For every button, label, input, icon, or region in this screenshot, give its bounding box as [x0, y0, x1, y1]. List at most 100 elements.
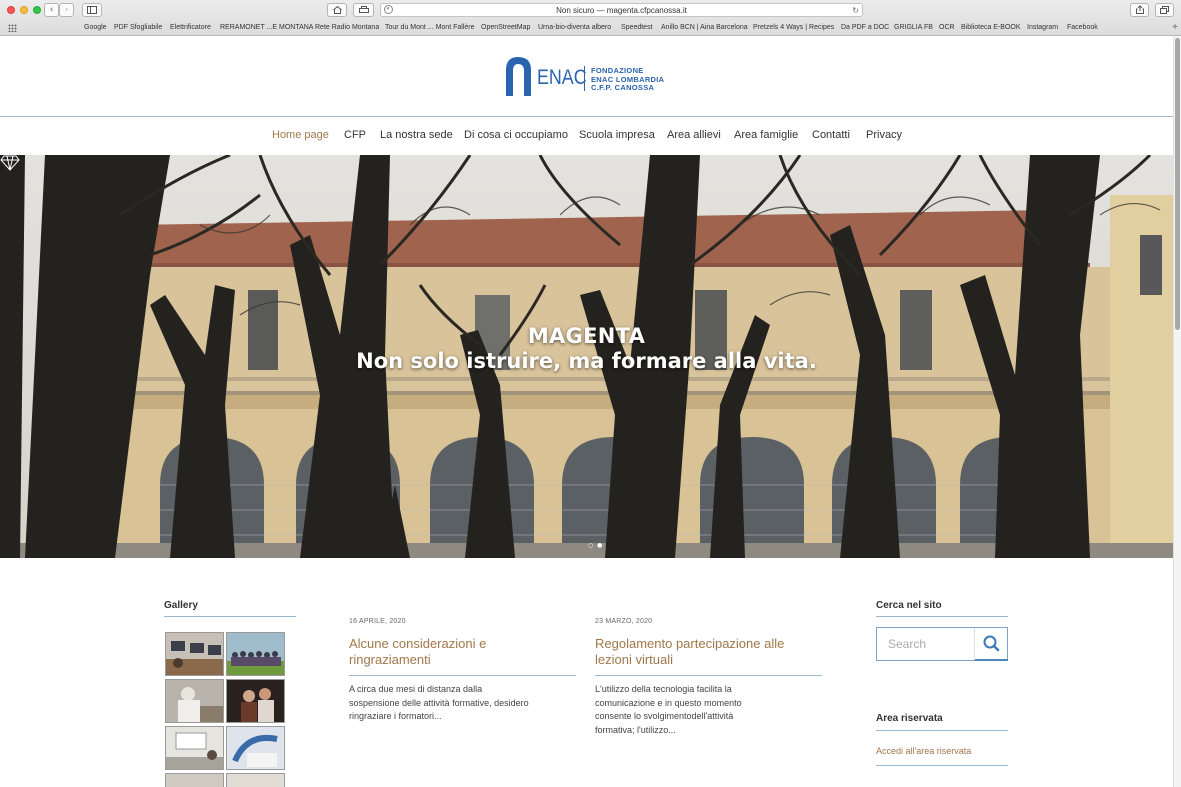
bookmark-item[interactable]: Urna-bio-diventa albero	[538, 24, 611, 31]
post-excerpt-line: L'utilizzo della tecnologia facilita la	[595, 684, 732, 694]
nav-item-attivita[interactable]: Di cosa ci occupiamo	[464, 129, 568, 141]
bookmark-item[interactable]: OpenStreetMap	[481, 24, 530, 31]
home-icon	[332, 5, 342, 14]
bookmark-item[interactable]: Da PDF a DOC	[841, 24, 889, 31]
chevron-right-icon: ›	[64, 5, 69, 15]
bookmark-item[interactable]: Anillo BCN | Aina Barcelona	[661, 24, 748, 31]
nav-item-sede[interactable]: La nostra sede	[380, 129, 453, 141]
gallery-thumbnail[interactable]	[165, 773, 224, 787]
bookmark-item[interactable]: GRIGLIA FB	[894, 24, 933, 31]
gallery-photo	[166, 633, 223, 675]
search-heading-divider	[876, 616, 1008, 617]
forward-button[interactable]: ›	[59, 3, 74, 17]
scrollbar-thumb[interactable]	[1175, 38, 1180, 330]
bookmark-item[interactable]: Instagram	[1027, 24, 1058, 31]
post-divider	[595, 675, 822, 676]
post-excerpt-line: comunicazione e in questo momento	[595, 697, 742, 708]
search-form	[876, 627, 1008, 661]
post-date: 16 APRILE, 2020	[349, 618, 406, 625]
bookmark-item[interactable]: Pretzels 4 Ways | Recipes	[753, 24, 834, 31]
nav-item-area-allievi[interactable]: Area allievi	[667, 129, 721, 141]
site-info-icon[interactable]: ◐	[384, 5, 393, 14]
gallery-thumbnail[interactable]	[226, 773, 285, 787]
bookmark-item[interactable]: Google	[84, 24, 107, 31]
gallery-thumbnail[interactable]	[226, 632, 285, 676]
gallery-thumbnail[interactable]	[226, 679, 285, 723]
reserved-area-divider	[876, 730, 1008, 731]
nav-item-area-famiglie[interactable]: Area famiglie	[734, 129, 798, 141]
post-divider	[349, 675, 576, 676]
gallery-thumbnail[interactable]	[165, 679, 224, 723]
bookmark-item[interactable]: Speedtest	[621, 24, 653, 31]
nav-item-scuola-impresa[interactable]: Scuola impresa	[579, 129, 655, 141]
gallery-thumbnail[interactable]	[226, 726, 285, 770]
bookmark-item[interactable]: Facebook	[1067, 24, 1098, 31]
post-excerpt-line: A circa due mesi di distanza dalla	[349, 684, 483, 694]
reserved-area-login-link[interactable]: Accedi all'area riservata	[876, 746, 971, 756]
tabs-icon	[1160, 6, 1169, 14]
close-window-button[interactable]	[7, 6, 15, 14]
logo-text: FONDAZIONE ENAC LOMBARDIA C.F.P. CANOSSA	[591, 66, 664, 93]
search-heading: Cerca nel sito	[876, 600, 942, 611]
gallery-heading-divider	[164, 616, 296, 617]
gallery-photo	[166, 680, 223, 722]
hero-banner: MAGENTA Non solo istruire, ma formare al…	[0, 155, 1173, 558]
nav-item-home[interactable]: Home page	[272, 129, 329, 141]
bookmark-item[interactable]: RERAMONET ...E MONTANA	[220, 24, 313, 31]
gallery-photo	[166, 774, 223, 787]
enac-logo-mark-icon	[506, 57, 531, 96]
post-title-line: Alcune considerazioni e	[349, 636, 487, 651]
print-button[interactable]	[353, 3, 374, 17]
gallery-photo	[227, 727, 284, 769]
bookmark-item[interactable]: Biblioteca E-BOOK	[961, 24, 1021, 31]
zoom-window-button[interactable]	[33, 6, 41, 14]
post-title-line: Regolamento partecipazione alle	[595, 636, 785, 651]
gallery-thumbnail[interactable]	[165, 632, 224, 676]
bookmark-item[interactable]: OCR	[939, 24, 955, 31]
back-button[interactable]: ‹	[44, 3, 59, 17]
post-excerpt-line: sospensione delle attività formative, de…	[349, 697, 529, 708]
nav-item-privacy[interactable]: Privacy	[866, 129, 902, 141]
minimize-window-button[interactable]	[20, 6, 28, 14]
sidebar-icon	[87, 6, 97, 14]
logo-wordmark: ENAC	[537, 66, 587, 89]
gallery-photo	[166, 727, 223, 769]
post-excerpt-line: formativa; l'utilizzo...	[595, 724, 676, 735]
slider-dots-icon[interactable]: ○ ●	[588, 542, 603, 549]
address-bar[interactable]: ◐ Non sicuro — magenta.cfpcanossa.it ↻	[380, 3, 863, 17]
post-excerpt-line: consente lo svolgimentodell'attività	[595, 711, 734, 721]
post-title-link[interactable]: Regolamento partecipazione alle lezioni …	[595, 636, 825, 668]
web-page: ENAC FONDAZIONE ENAC LOMBARDIA C.F.P. CA…	[0, 36, 1173, 787]
bookmark-item[interactable]: Rete Radio Montana	[315, 24, 379, 31]
post-date: 23 MARZO, 2020	[595, 618, 653, 625]
post-title-line: lezioni virtuali	[595, 652, 674, 667]
logo-divider	[584, 66, 585, 91]
add-tab-icon[interactable]: +	[1172, 22, 1178, 33]
page-scrollbar[interactable]	[1173, 36, 1181, 787]
bookmark-item[interactable]: PDF Sfogliabile	[114, 24, 162, 31]
main-nav: Home page CFP La nostra sede Di cosa ci …	[0, 117, 1173, 155]
nav-item-cfp[interactable]: CFP	[344, 129, 366, 141]
nav-item-contatti[interactable]: Contatti	[812, 129, 850, 141]
search-icon	[983, 635, 1000, 652]
home-button[interactable]	[327, 3, 347, 17]
gallery-photo	[227, 633, 284, 675]
post-excerpt-line: ringraziare i formatori...	[349, 711, 442, 721]
reload-icon[interactable]: ↻	[852, 4, 859, 17]
post-title-link[interactable]: Alcune considerazioni e ringraziamenti	[349, 636, 579, 668]
bookmark-item[interactable]: Elettrificatore	[170, 24, 211, 31]
tabs-overview-button[interactable]	[1155, 3, 1174, 17]
share-button[interactable]	[1130, 3, 1149, 17]
apps-grid-icon[interactable]	[8, 24, 17, 32]
gallery-thumbnail[interactable]	[165, 726, 224, 770]
site-logo[interactable]: ENAC FONDAZIONE ENAC LOMBARDIA C.F.P. CA…	[504, 56, 674, 98]
address-text: Non sicuro — magenta.cfpcanossa.it	[556, 6, 687, 15]
search-input[interactable]	[878, 629, 974, 659]
hero-subtitle: Non solo istruire, ma formare alla vita.	[356, 349, 817, 373]
sidebar-toggle-button[interactable]	[82, 3, 102, 17]
bookmark-item[interactable]: Tour du Mont ... Mont Fallère	[385, 24, 474, 31]
browser-chrome: ‹ › ◐ Non sicuro — magenta.cfpcanossa.it…	[0, 0, 1181, 36]
gallery-photo	[227, 680, 284, 722]
post-excerpt: L'utilizzo della tecnologia facilita la …	[595, 683, 825, 737]
search-button[interactable]	[974, 628, 1008, 661]
